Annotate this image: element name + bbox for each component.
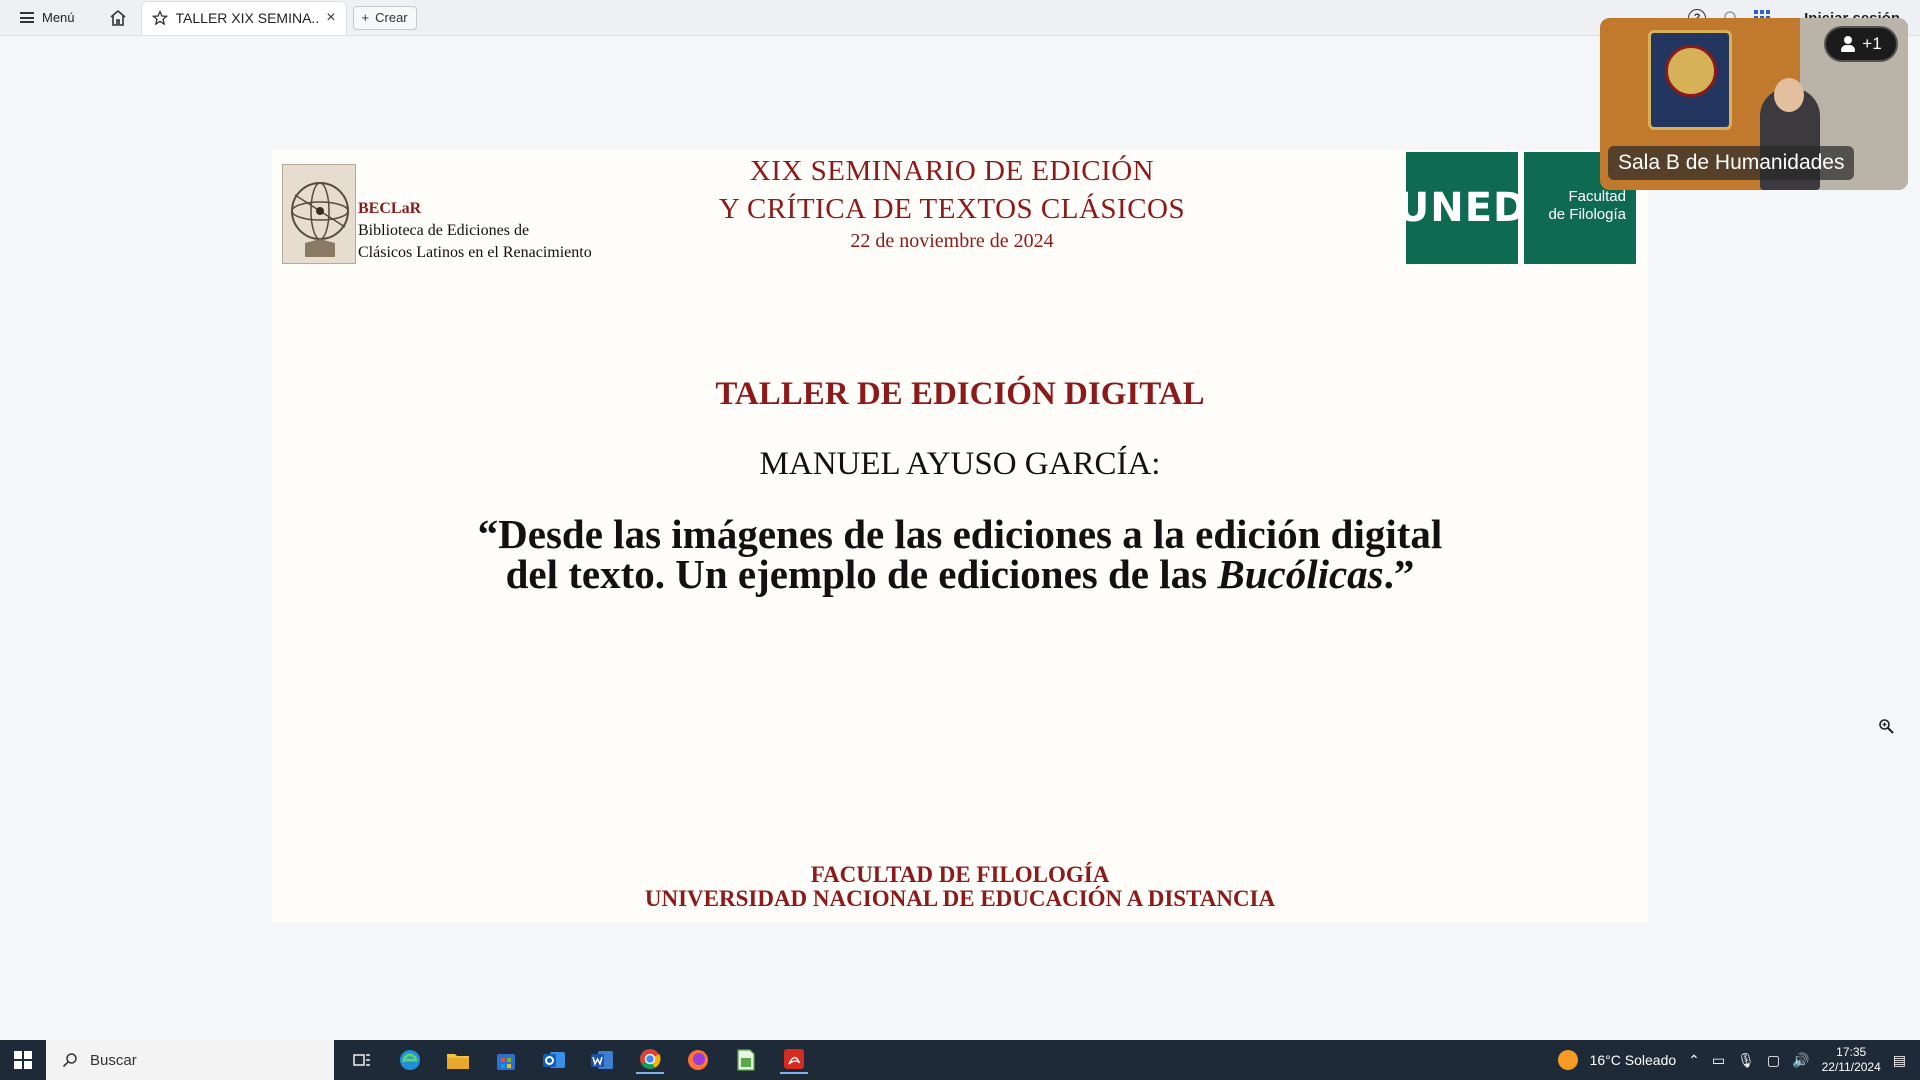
close-icon[interactable]: × (326, 9, 335, 27)
create-label: Crear (375, 10, 408, 25)
facultad-logo-line-1: Facultad (1568, 188, 1626, 205)
weather-sun-icon[interactable] (1557, 1050, 1578, 1070)
store-icon[interactable] (492, 1046, 520, 1074)
speaker-name: MANUEL AYUSO GARCÍA: (759, 446, 1161, 482)
footer-university: UNIVERSIDAD NACIONAL DE EDUCACIÓN A DIST… (644, 886, 1276, 911)
file-explorer-icon[interactable] (444, 1046, 472, 1074)
create-button[interactable]: + Crear (352, 5, 417, 30)
windows-icon (14, 1051, 32, 1069)
talk-title-line-2-end: .” (1383, 551, 1415, 597)
talk-title-line-2-start: del texto. Un ejemplo de ediciones de la… (505, 551, 1218, 597)
microphone-icon[interactable]: 🎙 (1737, 1052, 1755, 1069)
firefox-icon[interactable] (684, 1046, 712, 1074)
participants-button[interactable]: +1 (1824, 26, 1898, 62)
participants-count: +1 (1862, 34, 1882, 53)
tab-title: TALLER XIX SEMINA... (175, 10, 319, 26)
weather-text[interactable]: 16°C Soleado (1590, 1052, 1677, 1068)
talk-title-italic: Bucólicas (1217, 551, 1384, 597)
outlook-icon[interactable] (540, 1046, 568, 1074)
beclar-caption: BECLaR Biblioteca de Ediciones de Clásic… (358, 198, 592, 264)
beclar-logo (282, 164, 356, 264)
notifications-icon[interactable]: ▤ (1893, 1052, 1906, 1069)
search-icon (62, 1053, 77, 1068)
menu-button[interactable]: Menú (14, 3, 81, 33)
talk-title-line-1: “Desde las imágenes de las ediciones a l… (477, 511, 1443, 557)
word-icon[interactable] (588, 1046, 616, 1074)
task-view-icon[interactable] (348, 1046, 376, 1074)
beclar-name: BECLaR (358, 200, 422, 217)
video-emblem (1648, 30, 1732, 130)
clock[interactable]: 17:35 22/11/2024 (1822, 1045, 1881, 1075)
clock-time: 17:35 (1836, 1045, 1867, 1059)
clock-date: 22/11/2024 (1821, 1060, 1881, 1074)
video-person-head (1774, 78, 1804, 112)
taskbar-apps (348, 1046, 808, 1074)
shared-slide: BECLaR Biblioteca de Ediciones de Clásic… (272, 150, 1648, 923)
search-placeholder: Buscar (90, 1051, 137, 1069)
uned-logo: UNED (1397, 152, 1526, 264)
home-button[interactable] (103, 3, 133, 33)
plus-icon: + (361, 10, 370, 25)
home-icon (110, 9, 126, 26)
network-icon[interactable]: ▢ (1767, 1052, 1780, 1069)
start-button[interactable] (0, 1040, 46, 1080)
tab-meeting[interactable]: TALLER XIX SEMINA... × (140, 0, 347, 35)
workshop-title: TALLER DE EDICIÓN DIGITAL (715, 376, 1205, 412)
acrobat-icon[interactable] (780, 1046, 808, 1074)
device-icon[interactable]: ▭ (1712, 1052, 1725, 1069)
windows-taskbar: Buscar 16°C Soleado ⌃ ▭ 🎙 ▢ 🔊 17:35 22/1… (0, 1040, 1920, 1080)
talk-title-line-2: del texto. Un ejemplo de ediciones de la… (272, 551, 1648, 597)
person-icon (1840, 36, 1856, 52)
taskbar-search[interactable]: Buscar (46, 1040, 334, 1080)
beclar-line-1: Biblioteca de Ediciones de (358, 222, 530, 239)
edge-browser-icon[interactable] (396, 1046, 424, 1074)
facultad-logo-line-2: de Filología (1548, 206, 1626, 223)
hamburger-icon (20, 12, 34, 23)
menu-label: Menú (42, 10, 75, 25)
video-tile[interactable]: +1 Sala B de Humanidades (1600, 18, 1908, 190)
beclar-line-2: Clásicos Latinos en el Renacimiento (358, 244, 592, 261)
room-name-label: Sala B de Humanidades (1608, 146, 1855, 180)
spreadsheet-app-icon[interactable] (732, 1046, 760, 1074)
seminar-title-line-1: XIX SEMINARIO DE EDICIÓN (749, 155, 1155, 187)
chevron-up-icon[interactable]: ⌃ (1688, 1052, 1700, 1069)
talk-title: “Desde las imágenes de las ediciones a l… (272, 511, 1648, 597)
seminar-title-line-2: Y CRÍTICA DE TEXTOS CLÁSICOS (718, 193, 1186, 225)
seminar-header: XIX SEMINARIO DE EDICIÓN Y CRÍTICA DE TE… (622, 150, 1282, 253)
chrome-icon[interactable] (636, 1046, 664, 1074)
zoom-in-icon[interactable] (1878, 718, 1894, 734)
speaker-icon[interactable]: 🔊 (1792, 1052, 1809, 1069)
armillary-sphere-icon (291, 182, 349, 257)
system-tray: 16°C Soleado ⌃ ▭ 🎙 ▢ 🔊 17:35 22/11/2024 … (1557, 1040, 1920, 1080)
seminar-date: 22 de noviembre de 2024 (850, 230, 1054, 252)
footer-faculty: FACULTAD DE FILOLOGÍA (810, 862, 1110, 887)
star-icon[interactable] (151, 10, 168, 26)
